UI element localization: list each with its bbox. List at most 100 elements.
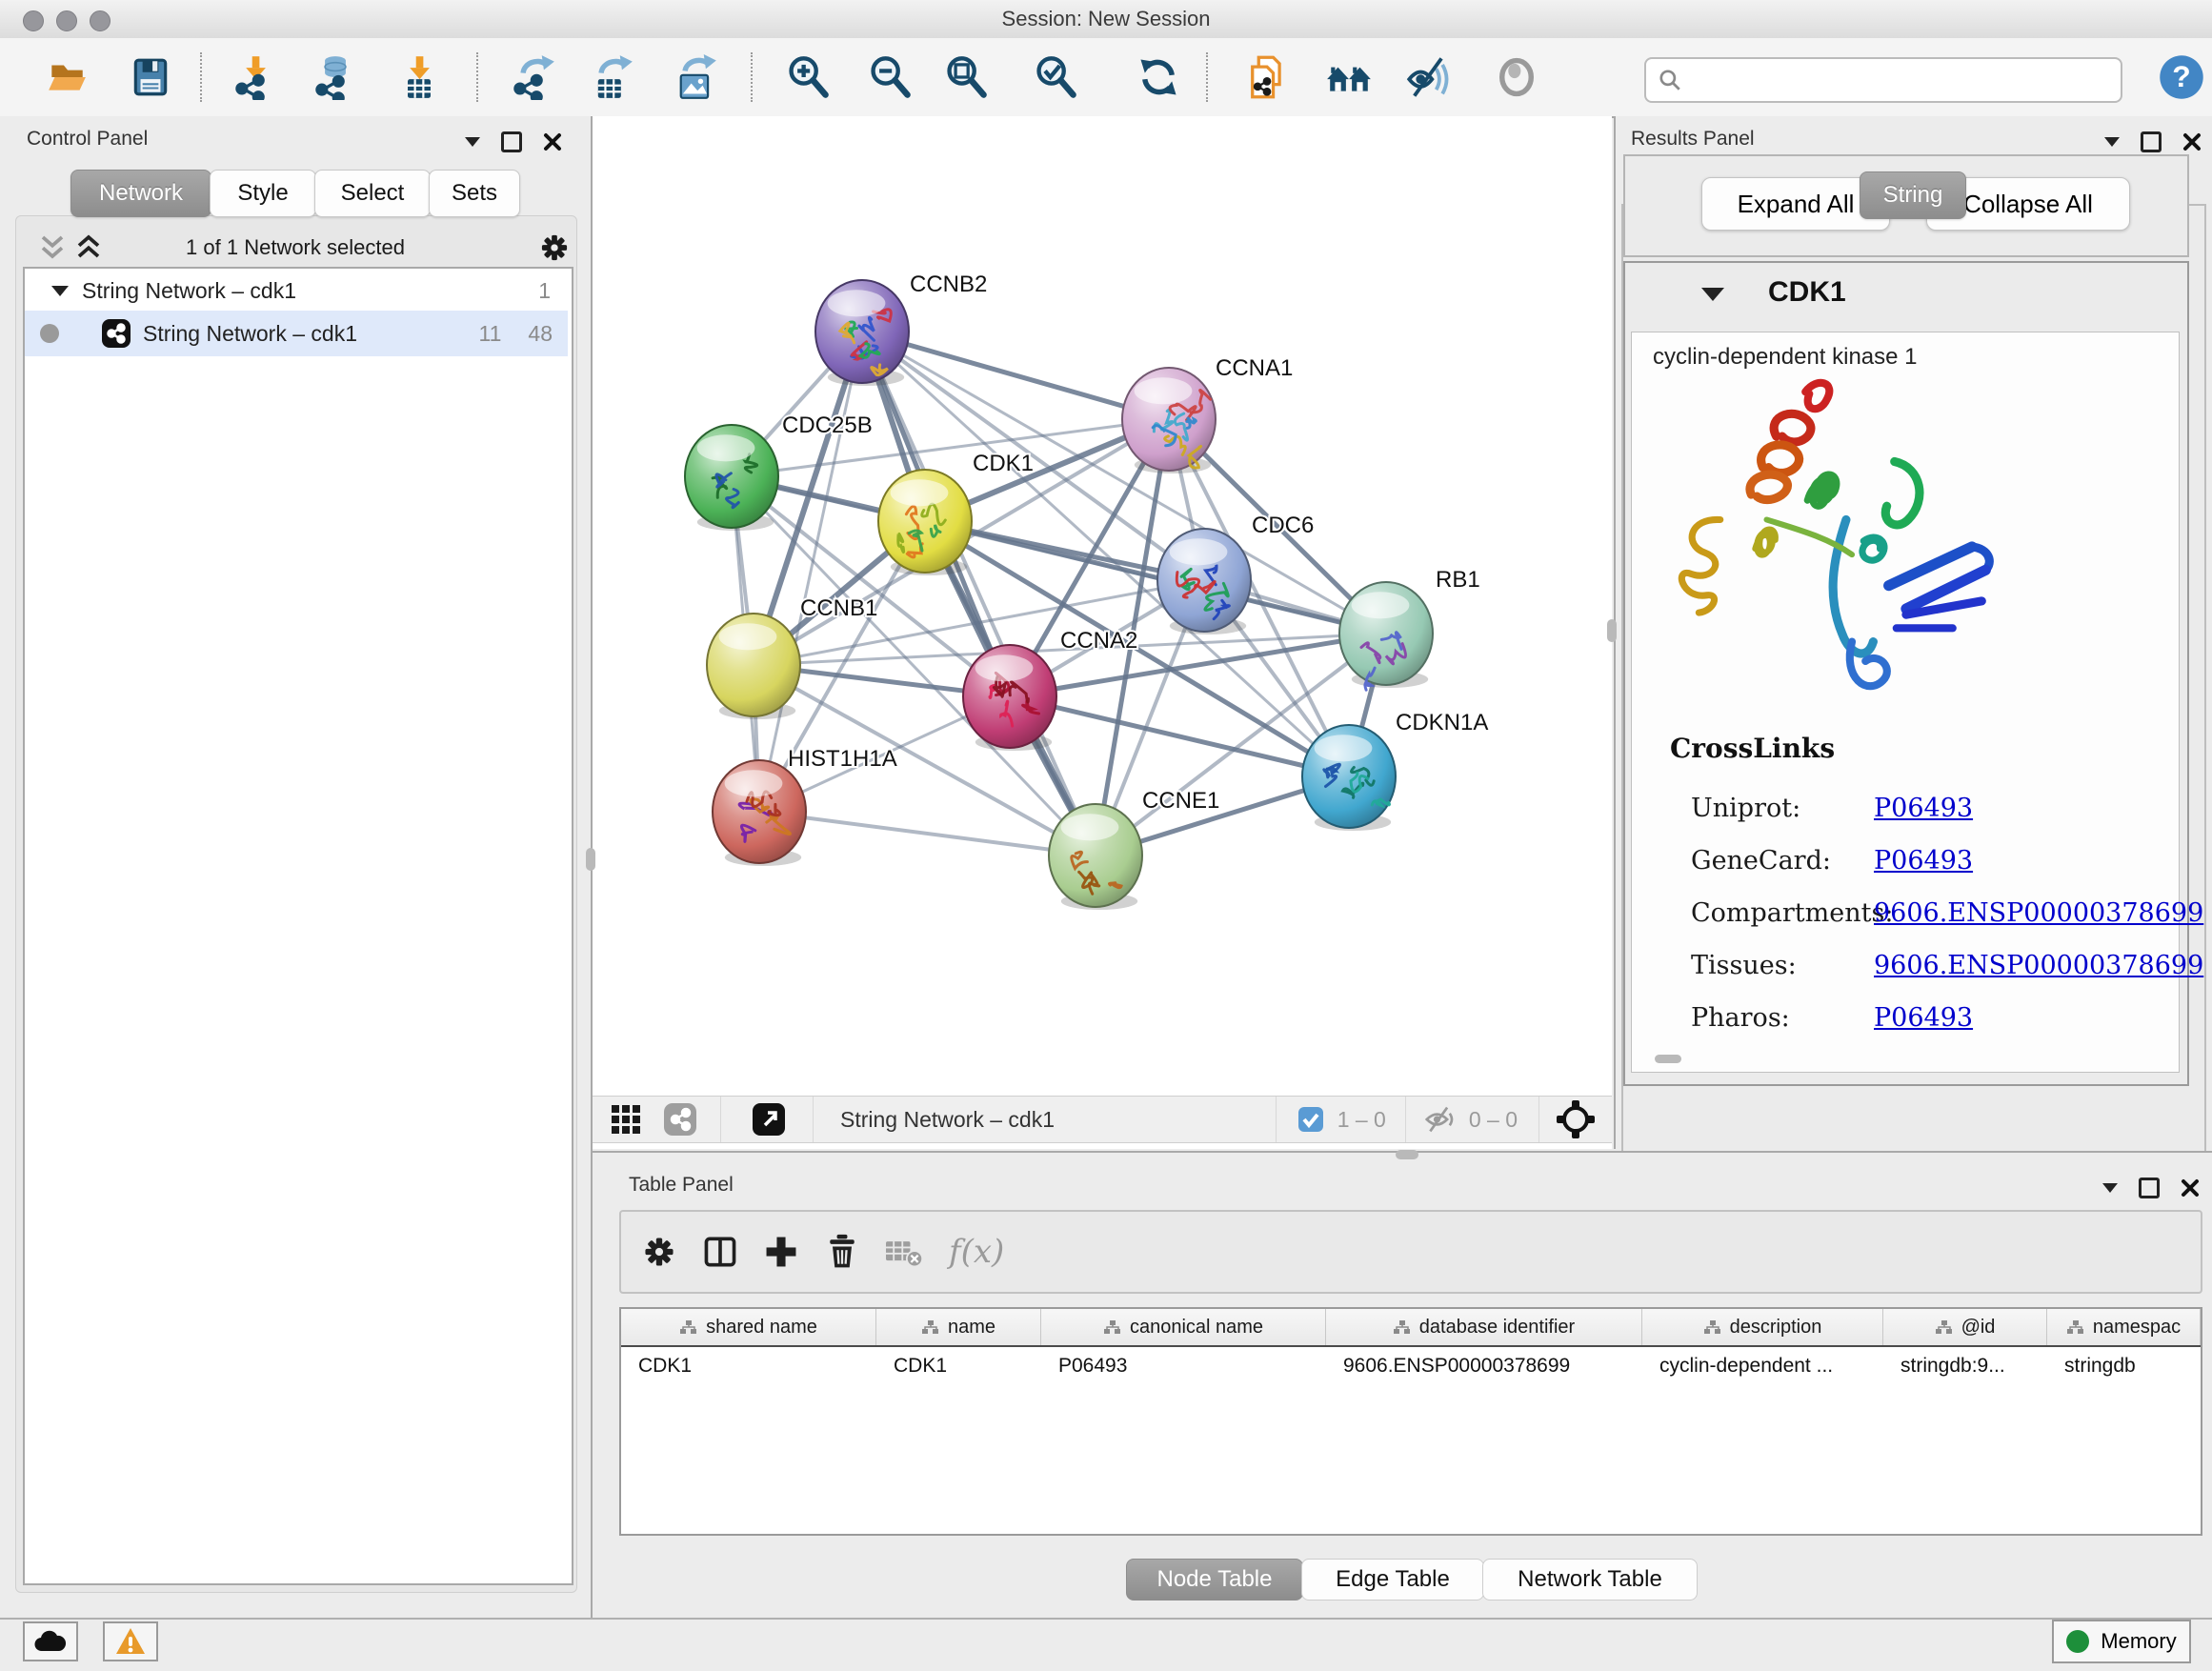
network-graph[interactable]: CCNB2CCNA1CDC25BCDK1CDC6RB1CCNB1CCNA2CDK… bbox=[593, 116, 1612, 1096]
tab-select[interactable]: Select bbox=[314, 170, 431, 217]
gear-icon[interactable] bbox=[537, 231, 572, 265]
network-share-icon[interactable] bbox=[663, 1102, 697, 1137]
crosslink-link[interactable]: 9606.ENSP00000378699 bbox=[1874, 951, 2203, 980]
hide-panel-button[interactable] bbox=[1402, 50, 1456, 104]
show-columns-icon[interactable] bbox=[701, 1233, 739, 1271]
database-import-icon bbox=[312, 54, 358, 100]
home-pages-button[interactable] bbox=[1322, 50, 1376, 104]
birds-eye-view-icon[interactable] bbox=[1555, 1098, 1597, 1140]
save-session-button[interactable] bbox=[124, 50, 177, 104]
tab-sets[interactable]: Sets bbox=[429, 170, 520, 217]
panel-menu-icon[interactable] bbox=[2104, 137, 2120, 147]
column-header-description[interactable]: description bbox=[1642, 1309, 1883, 1345]
table-panel: Table Panel bbox=[593, 1151, 2212, 1620]
export-network-button[interactable] bbox=[507, 50, 560, 104]
table-row[interactable]: CDK1CDK1P064939606.ENSP00000378699cyclin… bbox=[621, 1347, 2201, 1385]
export-table-button[interactable] bbox=[585, 50, 638, 104]
column-header-namespac[interactable]: namespac bbox=[2047, 1309, 2201, 1345]
function-builder-icon[interactable]: f(x) bbox=[949, 1233, 1004, 1271]
panel-menu-icon[interactable] bbox=[2102, 1183, 2118, 1193]
open-session-button[interactable] bbox=[40, 50, 93, 104]
network-view-title: String Network – cdk1 bbox=[840, 1107, 1055, 1133]
footer-separator bbox=[813, 1097, 814, 1142]
tab-edge-table[interactable]: Edge Table bbox=[1301, 1559, 1484, 1601]
graph-node-CCNE1[interactable] bbox=[1049, 804, 1142, 910]
import-table-button[interactable] bbox=[392, 50, 446, 104]
tree-expander-icon[interactable] bbox=[51, 286, 69, 296]
crosslink-link[interactable]: P06493 bbox=[1874, 846, 1973, 876]
memory-ok-icon bbox=[2066, 1630, 2089, 1653]
graph-node-CDC25B[interactable] bbox=[685, 425, 778, 531]
network-row-selected[interactable]: String Network – cdk1 11 48 bbox=[25, 311, 568, 356]
zoom-fit-button[interactable] bbox=[939, 50, 993, 104]
graph-node-RB1[interactable] bbox=[1339, 582, 1433, 690]
cloud-status-button[interactable] bbox=[23, 1621, 78, 1661]
float-panel-icon[interactable] bbox=[2139, 1178, 2160, 1198]
import-network-database-button[interactable] bbox=[309, 50, 362, 104]
network-view-toolbar: String Network – cdk1 1 – 0 0 – 0 bbox=[593, 1096, 1612, 1143]
crosslink-link[interactable]: P06493 bbox=[1874, 1003, 1973, 1033]
network-selection-row: 1 of 1 Network selected bbox=[15, 229, 575, 267]
search-field bbox=[1644, 57, 2122, 103]
crosslink-row: Uniprot:P06493 bbox=[1691, 794, 2167, 836]
column-header-database-identifier[interactable]: database identifier bbox=[1326, 1309, 1642, 1345]
right-splitter-handle[interactable] bbox=[1607, 619, 1617, 642]
close-panel-icon[interactable] bbox=[2182, 132, 2202, 151]
tab-network[interactable]: Network bbox=[70, 170, 211, 217]
close-panel-icon[interactable] bbox=[2181, 1178, 2200, 1198]
help-button[interactable]: ? bbox=[2155, 50, 2208, 104]
zoom-selected-button[interactable] bbox=[1029, 50, 1082, 104]
crosslink-link[interactable]: P06493 bbox=[1874, 794, 1973, 823]
left-splitter-handle[interactable] bbox=[586, 848, 595, 871]
memory-status-button[interactable]: Memory bbox=[2052, 1620, 2191, 1663]
tab-network-table[interactable]: Network Table bbox=[1482, 1559, 1698, 1601]
section-gene-name: CDK1 bbox=[1768, 276, 1846, 309]
grid-view-icon[interactable] bbox=[610, 1103, 642, 1136]
table-header-row: shared namenamecanonical namedatabase id… bbox=[621, 1309, 2201, 1347]
results-scrollbar-thumb[interactable] bbox=[1655, 1055, 1681, 1063]
float-panel-icon[interactable] bbox=[501, 131, 522, 152]
tab-style[interactable]: Style bbox=[210, 170, 316, 217]
column-header-canonical-name[interactable]: canonical name bbox=[1041, 1309, 1326, 1345]
graph-node-CDK1[interactable] bbox=[878, 470, 972, 575]
crosslink-link[interactable]: 9606.ENSP00000378699 bbox=[1874, 898, 2203, 928]
refresh-button[interactable] bbox=[1132, 50, 1185, 104]
graph-node-CCNA1[interactable] bbox=[1122, 368, 1216, 473]
column-header-name[interactable]: name bbox=[876, 1309, 1041, 1345]
share-document-button[interactable] bbox=[1240, 50, 1294, 104]
network-node-count: 11 bbox=[479, 321, 502, 347]
show-panel-button[interactable] bbox=[1490, 50, 1543, 104]
open-in-window-icon[interactable] bbox=[752, 1102, 786, 1137]
float-panel-icon[interactable] bbox=[2141, 131, 2162, 152]
results-panel: Results Panel String Expand All Collapse… bbox=[1614, 116, 2212, 1149]
close-panel-icon[interactable] bbox=[543, 132, 562, 151]
delete-table-icon[interactable] bbox=[884, 1233, 926, 1271]
zoom-out-button[interactable] bbox=[863, 50, 916, 104]
add-column-icon[interactable] bbox=[762, 1233, 800, 1271]
column-header--id[interactable]: @id bbox=[1883, 1309, 2047, 1345]
tab-node-table[interactable]: Node Table bbox=[1126, 1559, 1303, 1601]
import-network-file-button[interactable] bbox=[229, 50, 282, 104]
graph-node-CDKN1A[interactable] bbox=[1302, 725, 1396, 831]
export-image-button[interactable] bbox=[669, 50, 722, 104]
graph-node-CCNB1[interactable] bbox=[707, 614, 800, 719]
zoom-in-button[interactable] bbox=[781, 50, 835, 104]
graph-node-CDC6[interactable] bbox=[1157, 529, 1251, 634]
table-cell: stringdb:9... bbox=[1883, 1347, 2047, 1385]
network-collection-row[interactable]: String Network – cdk1 1 bbox=[25, 271, 568, 311]
search-input[interactable] bbox=[1690, 62, 2121, 98]
graph-node-HIST1H1A[interactable] bbox=[713, 760, 806, 866]
save-icon bbox=[129, 55, 172, 99]
crosslinks-title: CrossLinks bbox=[1670, 733, 1835, 764]
crosslink-row: GeneCard: P06493 bbox=[1691, 846, 2167, 888]
column-header-shared-name[interactable]: shared name bbox=[621, 1309, 876, 1345]
tab-string[interactable]: String bbox=[1860, 171, 1966, 219]
crosslink-label: GeneCard: bbox=[1691, 846, 1831, 876]
warnings-button[interactable] bbox=[103, 1621, 158, 1661]
panel-menu-icon[interactable] bbox=[465, 137, 480, 147]
gear-icon[interactable] bbox=[640, 1233, 678, 1271]
selected-checkbox-icon[interactable] bbox=[1297, 1106, 1324, 1133]
bottom-splitter-handle[interactable] bbox=[1396, 1150, 1418, 1159]
section-expander-icon[interactable] bbox=[1701, 288, 1724, 301]
delete-column-icon[interactable] bbox=[823, 1233, 861, 1271]
